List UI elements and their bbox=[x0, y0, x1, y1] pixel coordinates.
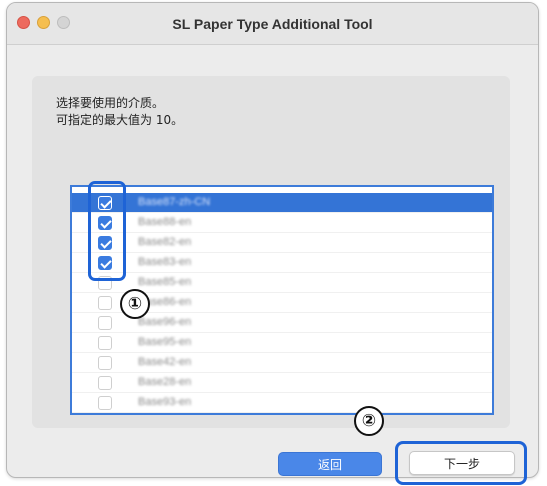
media-list-row[interactable]: Base83-en bbox=[72, 253, 492, 273]
media-name-label: Base93-en bbox=[138, 396, 192, 408]
instruction-line-2: 可指定的最大值为 10。 bbox=[56, 113, 184, 127]
media-name-label: Base85-en bbox=[138, 276, 192, 288]
instructions: 选择要使用的介质。 可指定的最大值为 10。 bbox=[56, 95, 183, 129]
media-list-row[interactable]: Base42-en bbox=[72, 353, 492, 373]
media-name-label: Base95-en bbox=[138, 336, 192, 348]
back-button[interactable]: 返回 bbox=[278, 452, 382, 476]
media-name-label: Base88-en bbox=[138, 216, 192, 228]
callout-badge-2: ② bbox=[354, 406, 384, 436]
media-name-label: Base42-en bbox=[138, 356, 192, 368]
unchecked-checkbox[interactable] bbox=[98, 396, 112, 410]
media-list-row[interactable]: Base82-en bbox=[72, 233, 492, 253]
window-title: SL Paper Type Additional Tool bbox=[172, 16, 373, 32]
media-list-row[interactable]: Base88-en bbox=[72, 213, 492, 233]
unchecked-checkbox[interactable] bbox=[98, 376, 112, 390]
media-name-label: Base83-en bbox=[138, 256, 192, 268]
callout-badge-1: ① bbox=[120, 289, 150, 319]
unchecked-checkbox[interactable] bbox=[98, 296, 112, 310]
media-name-label: Base82-en bbox=[138, 236, 192, 248]
title-bar: SL Paper Type Additional Tool bbox=[7, 3, 538, 45]
media-name-label: Base87-zh-CN bbox=[138, 196, 211, 208]
unchecked-checkbox[interactable] bbox=[98, 356, 112, 370]
unchecked-checkbox[interactable] bbox=[98, 316, 112, 330]
media-list-row[interactable]: Base93-en bbox=[72, 393, 492, 413]
media-name-label: Base28-en bbox=[138, 376, 192, 388]
media-name-label: Base96-en bbox=[138, 316, 192, 328]
checkbox-callout-highlight bbox=[88, 181, 126, 281]
unchecked-checkbox[interactable] bbox=[98, 336, 112, 350]
media-list-row[interactable]: Base28-en bbox=[72, 373, 492, 393]
media-list-row[interactable]: Base95-en bbox=[72, 333, 492, 353]
instruction-line-1: 选择要使用的介质。 bbox=[56, 96, 165, 110]
next-button[interactable]: 下一步 bbox=[409, 451, 515, 475]
media-list-row[interactable]: Base87-zh-CN bbox=[72, 193, 492, 213]
